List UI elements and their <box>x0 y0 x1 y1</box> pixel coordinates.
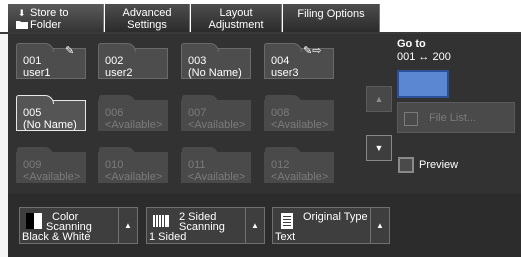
preview-checkbox[interactable] <box>398 157 414 173</box>
scroll-down-button[interactable]: ▼ <box>366 135 392 161</box>
folder-001[interactable]: ✎ 001 user1 <box>16 43 86 79</box>
folder-010[interactable]: 010 <Available> <box>98 147 168 183</box>
go-to-range: 001 ↔ 200 <box>397 51 451 63</box>
folder-tab <box>99 95 135 103</box>
scan-to-folder-screen: ⬇ Store to Folder Advanced Settings Layo… <box>0 0 521 257</box>
folder-011[interactable]: 011 <Available> <box>181 147 251 183</box>
folder-name: user1 <box>23 67 51 79</box>
tab-label-line2: Settings <box>127 18 167 31</box>
triangle-up-icon: ▲ <box>245 208 264 243</box>
folder-number: 010 <box>105 159 124 171</box>
tab-label-line1: Layout <box>219 6 253 19</box>
tab-layout-adjustment[interactable]: Layout Adjustment <box>191 4 282 33</box>
color-scanning-button[interactable]: Color Scanning Black & White ▲ <box>19 207 138 244</box>
file-list-label: File List... <box>429 112 477 124</box>
file-list-icon <box>404 112 418 126</box>
folder-tab <box>16 43 54 52</box>
scroll-up-button[interactable]: ▲ <box>366 86 392 112</box>
pencil-forward-icon: ✎⇨ <box>303 45 322 57</box>
folder-008[interactable]: 008 <Available> <box>264 95 334 131</box>
two-sided-icon <box>153 215 169 227</box>
folder-name: <Available> <box>188 171 246 183</box>
folder-tab <box>99 147 135 155</box>
go-to-number-button[interactable] <box>397 70 449 98</box>
triangle-up-icon: ▲ <box>118 208 137 243</box>
tab-label-line2: Folder <box>30 18 62 31</box>
tab-filing-options[interactable]: Filing Options <box>283 4 380 33</box>
folder-tab <box>17 147 53 155</box>
color-mode-icon <box>26 213 42 229</box>
color-value: Black & White <box>22 231 91 243</box>
folder-007[interactable]: 007 <Available> <box>181 95 251 131</box>
folder-tab <box>182 147 218 155</box>
folder-number: 007 <box>188 107 207 119</box>
folder-tab <box>265 147 301 155</box>
folder-name: user3 <box>271 67 299 79</box>
tab-label-line1: Store to <box>30 6 69 19</box>
folder-number: 011 <box>188 159 206 171</box>
triangle-up-icon: ▲ <box>370 208 389 243</box>
folder-number: 009 <box>23 159 42 171</box>
pencil-icon: ✎ <box>65 45 75 57</box>
folder-002[interactable]: 002 user2 <box>98 43 168 79</box>
down-arrow-icon: ⬇ <box>18 8 26 18</box>
folder-number: 003 <box>188 55 207 67</box>
folder-012[interactable]: 012 <Available> <box>264 147 334 183</box>
folder-004[interactable]: ✎⇨ 004 user3 <box>264 43 334 79</box>
document-text-icon <box>281 213 293 229</box>
folder-006[interactable]: 006 <Available> <box>98 95 168 131</box>
quick-options-bar: Color Scanning Black & White ▲ 2 Sided S… <box>8 194 521 257</box>
original-type-title: Original Type <box>303 211 368 223</box>
original-type-value: Text <box>275 231 296 243</box>
tab-label-line1: Advanced <box>122 6 172 19</box>
preview-label: Preview <box>419 159 459 171</box>
folder-name: <Available> <box>271 171 329 183</box>
folder-tab <box>182 95 218 103</box>
folder-number: 005 <box>23 107 42 119</box>
folder-name: <Available> <box>23 171 81 183</box>
folder-number: 012 <box>271 159 290 171</box>
tab-label-line1: Filing Options <box>297 8 365 20</box>
sided-value: 1 Sided <box>149 231 187 243</box>
folder-name: <Available> <box>105 119 163 131</box>
folder-005[interactable]: 005 (No Name) <box>16 95 86 131</box>
file-list-button[interactable]: File List... <box>397 102 515 133</box>
folder-name: <Available> <box>105 171 163 183</box>
folder-icon <box>16 21 28 29</box>
folder-tab <box>98 43 136 52</box>
folder-number: 008 <box>271 107 290 119</box>
original-type-button[interactable]: Original Type Text ▲ <box>272 207 390 244</box>
tab-label-line2: Adjustment <box>208 18 264 31</box>
folder-tab <box>16 95 54 104</box>
tab-bar: ⬇ Store to Folder Advanced Settings Layo… <box>0 0 521 34</box>
go-to-label: Go to <box>397 38 426 50</box>
folder-tab <box>181 43 219 52</box>
folder-number: 001 <box>23 55 42 67</box>
folder-name: (No Name) <box>23 119 77 131</box>
triangle-down-icon: ▼ <box>374 143 384 153</box>
folder-009[interactable]: 009 <Available> <box>16 147 86 183</box>
folder-name: user2 <box>105 67 133 79</box>
folder-number: 004 <box>271 55 290 67</box>
folder-name: <Available> <box>188 119 246 131</box>
two-sided-scanning-button[interactable]: 2 Sided Scanning 1 Sided ▲ <box>146 207 265 244</box>
triangle-up-icon: ▲ <box>374 94 384 104</box>
folder-number: 006 <box>105 107 124 119</box>
tab-advanced-settings[interactable]: Advanced Settings <box>105 4 190 33</box>
folder-panel: ✎ 001 user1 002 user2 003 (No Name) ✎⇨ 0… <box>8 34 521 194</box>
folder-name: <Available> <box>271 119 329 131</box>
tab-store-to-folder[interactable]: ⬇ Store to Folder <box>8 4 104 33</box>
folder-003[interactable]: 003 (No Name) <box>181 43 251 79</box>
folder-name: (No Name) <box>188 67 242 79</box>
folder-number: 002 <box>105 55 124 67</box>
folder-tab <box>264 43 302 52</box>
folder-tab <box>265 95 301 103</box>
